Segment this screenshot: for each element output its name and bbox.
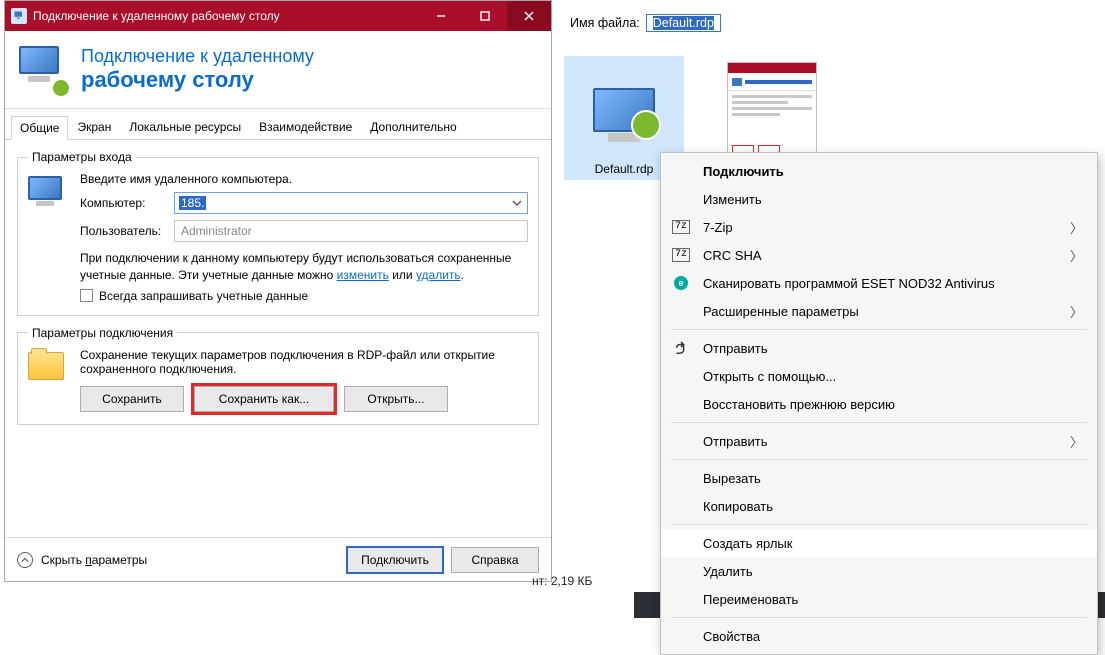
tab-general[interactable]: Общие bbox=[11, 116, 68, 140]
crc-icon: 7z bbox=[672, 248, 690, 262]
menu-7zip[interactable]: 7z 7-Zip 〉 bbox=[661, 213, 1097, 241]
titlebar: Подключение к удаленному рабочему столу bbox=[5, 1, 551, 31]
hide-options-link[interactable]: Скрыть параметры bbox=[41, 553, 147, 567]
open-button[interactable]: Открыть... bbox=[344, 386, 448, 412]
save-button[interactable]: Сохранить bbox=[80, 386, 184, 412]
menu-share[interactable]: Отправить bbox=[661, 334, 1097, 362]
maximize-button[interactable] bbox=[463, 1, 507, 31]
menu-edit[interactable]: Изменить bbox=[661, 185, 1097, 213]
folder-icon bbox=[28, 352, 64, 380]
close-button[interactable] bbox=[507, 1, 551, 31]
tab-advanced[interactable]: Дополнительно bbox=[361, 115, 465, 139]
chevron-right-icon: 〉 bbox=[1070, 218, 1083, 237]
computer-value: 185. bbox=[179, 196, 206, 210]
link-edit-credentials[interactable]: изменить bbox=[337, 268, 389, 282]
login-group: Параметры входа Введите имя удаленного к… bbox=[17, 150, 539, 316]
dialog-header: Подключение к удаленному рабочему столу bbox=[5, 31, 551, 109]
computer-label: Компьютер: bbox=[80, 196, 166, 210]
login-info-text: При подключении к данному компьютеру буд… bbox=[80, 250, 528, 285]
menu-delete[interactable]: Удалить bbox=[661, 557, 1097, 585]
connection-info: Сохранение текущих параметров подключени… bbox=[80, 348, 528, 376]
menu-rename[interactable]: Переименовать bbox=[661, 585, 1097, 613]
dialog-footer: Скрыть параметры Подключить Справка bbox=[5, 537, 551, 581]
window-title: Подключение к удаленному рабочему столу bbox=[33, 9, 419, 23]
tab-experience[interactable]: Взаимодействие bbox=[250, 115, 361, 139]
tab-strip: Общие Экран Локальные ресурсы Взаимодейс… bbox=[5, 109, 551, 140]
menu-cut[interactable]: Вырезать bbox=[661, 464, 1097, 492]
always-prompt-checkbox[interactable] bbox=[80, 289, 93, 302]
chevron-right-icon: 〉 bbox=[1070, 432, 1083, 451]
menu-separator bbox=[671, 329, 1087, 330]
minimize-button[interactable] bbox=[419, 1, 463, 31]
connection-group-legend: Параметры подключения bbox=[28, 326, 177, 340]
save-as-button[interactable]: Сохранить как... bbox=[194, 386, 334, 412]
chevron-down-icon[interactable] bbox=[509, 195, 525, 211]
login-group-legend: Параметры входа bbox=[28, 150, 136, 164]
menu-advanced-params[interactable]: Расширенные параметры 〉 bbox=[661, 297, 1097, 325]
menu-copy[interactable]: Копировать bbox=[661, 492, 1097, 520]
dialog-preview-icon bbox=[727, 62, 817, 158]
chevron-right-icon: 〉 bbox=[1070, 246, 1083, 265]
menu-connect[interactable]: Подключить bbox=[661, 157, 1097, 185]
eset-icon: e bbox=[674, 276, 688, 290]
menu-send-to[interactable]: Отправить 〉 bbox=[661, 427, 1097, 455]
menu-crc-sha[interactable]: 7z CRC SHA 〉 bbox=[661, 241, 1097, 269]
menu-restore-version[interactable]: Восстановить прежнюю версию bbox=[661, 390, 1097, 418]
menu-create-shortcut[interactable]: Создать ярлык bbox=[661, 529, 1097, 557]
help-button[interactable]: Справка bbox=[451, 547, 539, 573]
share-icon bbox=[671, 341, 691, 355]
connect-button[interactable]: Подключить bbox=[347, 547, 443, 573]
chevron-right-icon: 〉 bbox=[1070, 302, 1083, 321]
user-label: Пользователь: bbox=[80, 224, 166, 238]
filename-value-box[interactable]: Default.rdp bbox=[646, 14, 721, 32]
file-thumb-label: Default.rdp bbox=[595, 162, 654, 176]
file-size-info: нт: 2,19 КБ bbox=[532, 574, 592, 588]
always-prompt-label: Всегда запрашивать учетные данные bbox=[99, 289, 308, 303]
context-menu: Подключить Изменить 7z 7-Zip 〉 7z CRC SH… bbox=[660, 152, 1098, 655]
rdp-file-icon bbox=[593, 88, 655, 132]
menu-eset-scan[interactable]: e Сканировать программой ESET NOD32 Anti… bbox=[661, 269, 1097, 297]
menu-separator bbox=[671, 459, 1087, 460]
tab-local-resources[interactable]: Локальные ресурсы bbox=[120, 115, 250, 139]
sevenzip-icon: 7z bbox=[672, 220, 690, 234]
user-field[interactable]: Administrator bbox=[174, 220, 528, 242]
rdp-connection-dialog: Подключение к удаленному рабочему столу … bbox=[4, 0, 552, 582]
menu-separator bbox=[671, 617, 1087, 618]
login-instruction: Введите имя удаленного компьютера. bbox=[80, 172, 528, 186]
menu-open-with[interactable]: Открыть с помощью... bbox=[661, 362, 1097, 390]
header-line1: Подключение к удаленному bbox=[81, 46, 314, 67]
chevron-up-icon[interactable] bbox=[17, 552, 33, 568]
tab-display[interactable]: Экран bbox=[68, 115, 120, 139]
computer-combobox[interactable]: 185. bbox=[174, 192, 528, 214]
menu-separator bbox=[671, 422, 1087, 423]
rdp-header-icon bbox=[19, 46, 67, 94]
rdp-app-icon bbox=[11, 8, 27, 24]
menu-properties[interactable]: Свойства bbox=[661, 622, 1097, 650]
menu-separator bbox=[671, 524, 1087, 525]
computer-icon bbox=[28, 176, 62, 200]
link-delete-credentials[interactable]: удалить bbox=[416, 268, 461, 282]
connection-group: Параметры подключения Сохранение текущих… bbox=[17, 326, 539, 425]
header-line2: рабочему столу bbox=[81, 67, 314, 93]
filename-label: Имя файла: bbox=[570, 16, 640, 30]
